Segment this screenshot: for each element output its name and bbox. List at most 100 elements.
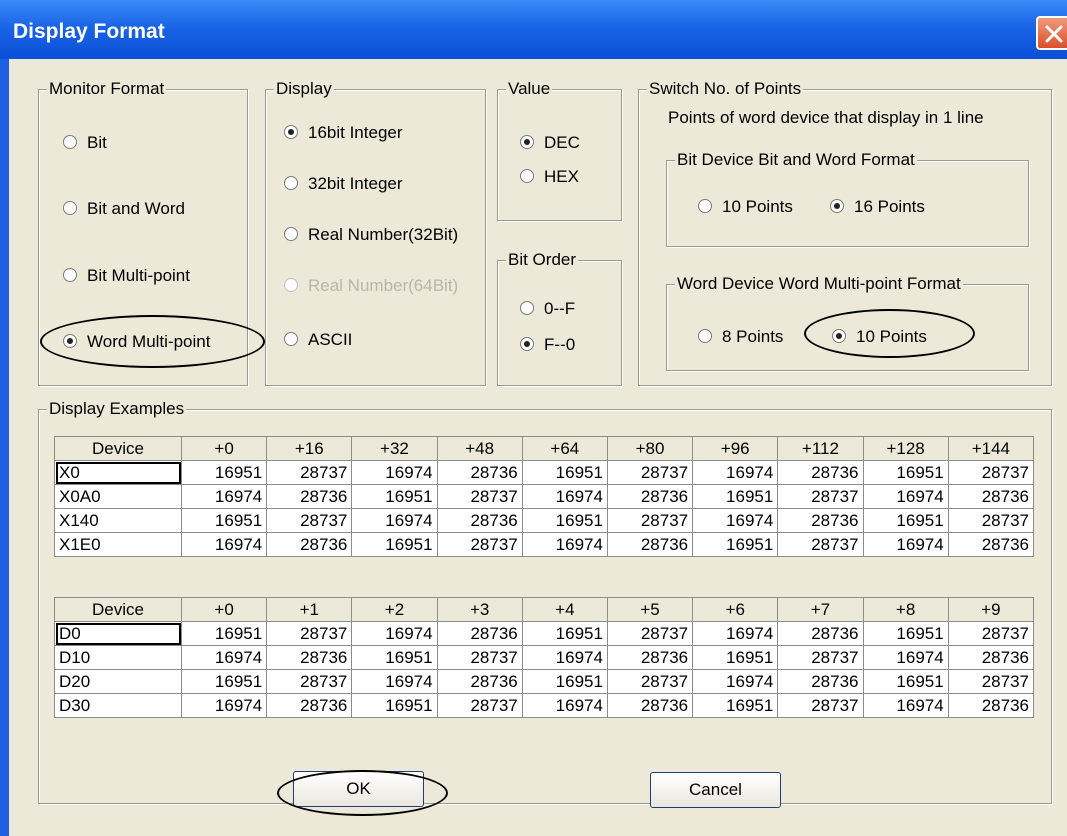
bit-device-legend: Bit Device Bit and Word Format: [675, 150, 917, 170]
value-cell: 16974: [521, 645, 608, 670]
value-cell: 16974: [862, 645, 949, 670]
value-cell: 16974: [692, 669, 779, 694]
column-header: +4: [521, 597, 608, 622]
value-cell: 28737: [777, 693, 864, 718]
value-cell: 16974: [692, 460, 779, 485]
radio-label: Real Number(64Bit): [308, 276, 459, 295]
value-cell: 28736: [777, 669, 864, 694]
title-bar[interactable]: Display Format: [0, 0, 1067, 59]
table-row: D30 16974 28736 16951 28737 16974 28736 16951 28…: [54, 693, 1035, 718]
column-header: +144: [947, 436, 1035, 461]
window-frame-left: [0, 59, 9, 836]
column-header: +5: [606, 597, 694, 622]
example-table-bit: Device +0 +16 +32 +48 +64 +80 +96 +112 +128 +144 X0…: [54, 436, 1035, 557]
table-header-row: Device +0 +16 +32 +48 +64 +80 +96 +112 +128 +144: [54, 436, 1035, 461]
value-cell: 28736: [947, 532, 1035, 557]
device-cell[interactable]: X0: [54, 460, 182, 485]
value-cell: 28736: [777, 460, 864, 485]
value-cell: 28736: [266, 645, 353, 670]
display-format-dialog: Display Format Monitor Format Bit Bit an…: [0, 0, 1067, 836]
value-cell: 16951: [521, 621, 608, 646]
ok-button[interactable]: OK: [293, 771, 424, 807]
value-cell: 28737: [436, 693, 523, 718]
column-header: +16: [266, 436, 353, 461]
value-cell: 16951: [521, 460, 608, 485]
value-cell: 28736: [266, 484, 353, 509]
display-group: Display 16bit Integer 32bit Integer Real…: [265, 79, 486, 386]
value-cell: 16951: [351, 693, 438, 718]
device-cell[interactable]: X0A0: [54, 484, 182, 509]
table-row: X0A0 16974 28736 16951 28737 16974 28736 16951 2…: [54, 484, 1035, 509]
value-cell: 16951: [521, 669, 608, 694]
value-cell: 28736: [436, 508, 523, 533]
value-cell: 16974: [351, 508, 438, 533]
value-group: Value DEC HEX: [497, 79, 622, 221]
close-button[interactable]: [1036, 16, 1067, 50]
column-header: +7: [777, 597, 864, 622]
column-header: +6: [692, 597, 779, 622]
column-header: +2: [351, 597, 438, 622]
device-cell[interactable]: D30: [54, 693, 182, 718]
value-cell: 28736: [606, 693, 694, 718]
radio-button-icon: [63, 334, 77, 348]
value-cell: 16951: [180, 508, 268, 533]
value-cell: 28737: [606, 460, 694, 485]
radio-button-icon: [520, 337, 534, 351]
value-cell: 16974: [521, 484, 608, 509]
radio-button-icon: [832, 329, 846, 343]
column-header: +0: [180, 597, 268, 622]
radio-label: Word Multi-point: [87, 332, 211, 351]
word-device-legend: Word Device Word Multi-point Format: [675, 274, 963, 294]
value-cell: 16951: [180, 460, 268, 485]
device-cell[interactable]: D10: [54, 645, 182, 670]
column-header: +0: [180, 436, 268, 461]
device-cell[interactable]: X140: [54, 508, 182, 533]
bit-order-group: Bit Order 0--F F--0: [497, 250, 622, 386]
value-cell: 16951: [692, 645, 779, 670]
device-cell[interactable]: D0: [54, 621, 182, 646]
column-header: +1: [266, 597, 353, 622]
radio-button-icon: [698, 329, 712, 343]
value-cell: 28736: [947, 645, 1035, 670]
value-cell: 28737: [947, 621, 1035, 646]
value-cell: 16951: [180, 621, 268, 646]
radio-label: 16 Points: [854, 197, 925, 216]
radio-button-icon: [63, 268, 77, 282]
radio-label: Bit and Word: [87, 199, 185, 218]
value-cell: 16951: [692, 532, 779, 557]
radio-label: 10 Points: [722, 197, 793, 216]
value-cell: 16974: [862, 532, 949, 557]
value-legend: Value: [506, 79, 553, 99]
value-cell: 16974: [692, 621, 779, 646]
value-cell: 28737: [266, 460, 353, 485]
device-cell[interactable]: D20: [54, 669, 182, 694]
radio-label: 8 Points: [722, 327, 784, 346]
column-header: +8: [862, 597, 949, 622]
column-header: +112: [777, 436, 864, 461]
monitor-format-legend: Monitor Format: [47, 79, 167, 99]
value-cell: 16951: [862, 669, 949, 694]
table-row: X0 16951 28737 16974 28736 16951 28737 16974 287…: [54, 460, 1035, 485]
value-cell: 28737: [606, 621, 694, 646]
display-examples-group: Display Examples Device +0 +16 +32 +48 +64 +80…: [38, 399, 1052, 804]
value-cell: 16951: [180, 669, 268, 694]
value-cell: 16974: [351, 460, 438, 485]
value-cell: 28737: [266, 621, 353, 646]
dialog-title: Display Format: [13, 20, 165, 43]
value-cell: 28736: [436, 460, 523, 485]
table-row: X1E0 16974 28736 16951 28737 16974 28736 16951 2…: [54, 532, 1035, 557]
value-cell: 28736: [947, 484, 1035, 509]
radio-button-icon: [284, 227, 298, 241]
value-cell: 28736: [777, 508, 864, 533]
cancel-button[interactable]: Cancel: [650, 772, 781, 808]
value-cell: 28737: [606, 508, 694, 533]
value-cell: 16974: [521, 532, 608, 557]
bit-device-group: Bit Device Bit and Word Format 10 Points…: [666, 150, 1029, 247]
column-header: +3: [436, 597, 523, 622]
close-icon: [1045, 25, 1063, 43]
value-cell: 28736: [777, 621, 864, 646]
value-cell: 16951: [692, 484, 779, 509]
radio-button-icon: [520, 169, 534, 183]
device-cell[interactable]: X1E0: [54, 532, 182, 557]
value-cell: 16974: [862, 693, 949, 718]
